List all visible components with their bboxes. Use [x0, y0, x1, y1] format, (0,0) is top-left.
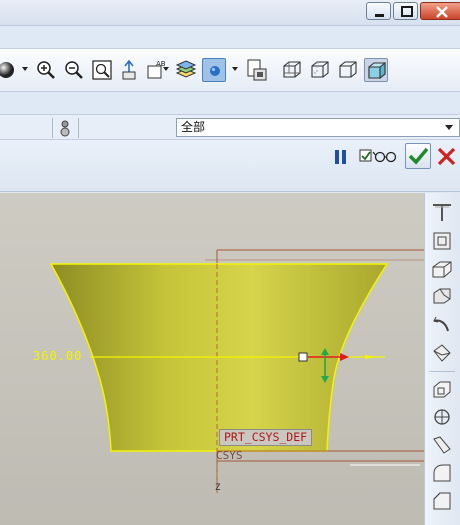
zoom-out-button[interactable] [62, 58, 86, 82]
rib-button[interactable] [430, 433, 454, 457]
z-axis-label: Z [215, 483, 221, 493]
wireframe-icon [283, 61, 301, 78]
shading-button[interactable] [364, 58, 388, 82]
minimize-icon [375, 14, 384, 17]
close-window-button[interactable] [420, 2, 460, 20]
refit-button[interactable] [90, 58, 114, 82]
checkmark-icon [408, 147, 429, 165]
chevron-down-icon [445, 125, 453, 130]
rib-icon [433, 436, 451, 454]
sphere-dropdown-arrow-icon[interactable] [22, 67, 28, 71]
hidden-line-icon [311, 61, 329, 78]
wireframe-button[interactable] [280, 58, 304, 82]
sweep-icon [433, 344, 451, 362]
feature-dashboard [0, 140, 460, 192]
preview-toggle[interactable] [358, 146, 398, 166]
datum-axis-button[interactable] [430, 229, 454, 253]
datum-point-button[interactable] [430, 377, 454, 401]
refit-icon [92, 60, 112, 80]
ok-button[interactable] [405, 143, 431, 169]
datum-plane-icon [433, 204, 451, 221]
csys-label: PRT_CSYS_DEF [219, 429, 313, 446]
display-style-icon [210, 66, 220, 76]
view-toolbar: AB [0, 48, 460, 92]
pause-icon [335, 150, 346, 164]
zoom-in-icon [37, 61, 55, 79]
csys-sub-label: CSYS [216, 449, 243, 462]
layers-icon [175, 60, 197, 78]
separator [52, 118, 53, 138]
revolve-icon [433, 316, 449, 332]
zoom-out-icon [65, 61, 83, 79]
preview-checkbox-glasses-icon [359, 149, 397, 163]
window-title-bar [0, 0, 460, 26]
datum-axis-icon [433, 232, 451, 250]
layers-button[interactable] [174, 58, 198, 82]
maximize-button[interactable] [393, 2, 418, 20]
reorient-icon [122, 59, 136, 80]
datum-point-icon [433, 381, 451, 398]
sketch-button[interactable] [430, 257, 454, 281]
csys-icon [434, 409, 450, 425]
round-icon [433, 464, 451, 482]
selection-filter-icon[interactable] [58, 119, 72, 137]
display-style-dropdown-arrow-icon[interactable] [232, 67, 238, 71]
graphics-viewport[interactable]: 360.00 PRT_CSYS_DEF CSYS Z [0, 193, 424, 525]
shaded-sphere-icon [0, 62, 14, 78]
feature-toolbar [424, 193, 460, 525]
smart-filter-bar: 全部 [0, 114, 460, 140]
zoom-in-button[interactable] [34, 58, 58, 82]
datum-plane-button[interactable] [430, 201, 454, 225]
chamfer-icon [433, 492, 451, 510]
dimension-value[interactable]: 360.00 [33, 349, 82, 363]
named-view-dropdown-arrow-icon[interactable] [163, 67, 169, 71]
drag-handle [298, 352, 308, 362]
revolve-button[interactable] [430, 313, 454, 337]
shaded-sphere-button[interactable] [0, 58, 18, 82]
pause-button[interactable] [333, 148, 349, 166]
round-button[interactable] [430, 461, 454, 485]
csys-button[interactable] [430, 405, 454, 429]
view-manager-icon [247, 59, 267, 81]
close-icon [436, 6, 448, 18]
separator [78, 118, 79, 138]
no-hidden-icon [339, 61, 357, 78]
restore-icon [401, 6, 413, 17]
cancel-button[interactable] [436, 145, 458, 167]
hidden-line-button[interactable] [308, 58, 332, 82]
cancel-x-icon [437, 147, 456, 166]
no-hidden-button[interactable] [336, 58, 360, 82]
extrude-icon [433, 288, 451, 304]
extrude-button[interactable] [430, 285, 454, 309]
sweep-button[interactable] [430, 341, 454, 365]
shading-icon [368, 61, 386, 80]
toolbar-divider [429, 371, 455, 372]
selection-filter-dropdown[interactable]: 全部 [176, 118, 460, 137]
sketch-icon [432, 261, 452, 278]
chamfer-button[interactable] [430, 489, 454, 513]
view-manager-button[interactable] [245, 58, 269, 82]
reorient-button[interactable] [118, 58, 142, 82]
minimize-button[interactable] [366, 2, 391, 20]
display-style-button[interactable] [202, 58, 226, 82]
filter-selected-value: 全部 [181, 120, 206, 134]
